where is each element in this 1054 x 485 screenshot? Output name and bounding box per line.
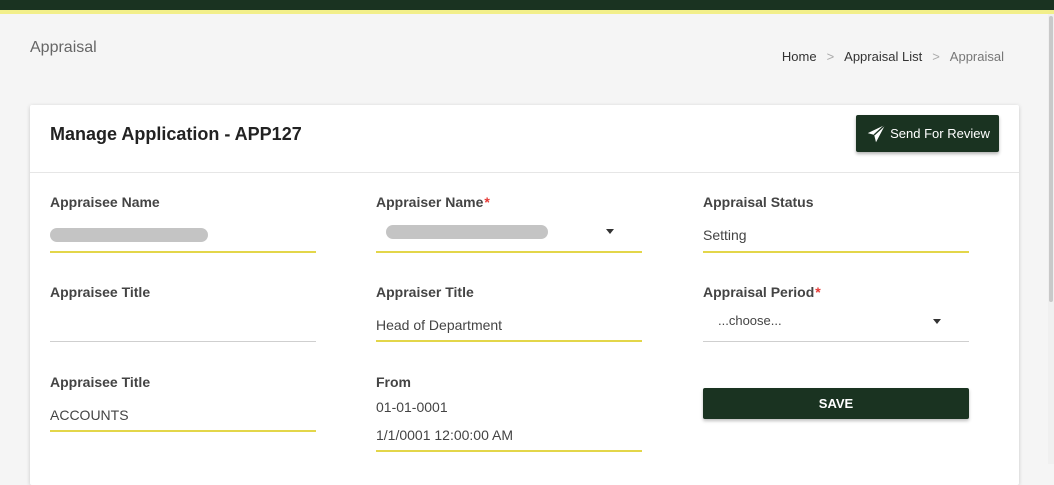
redacted-value (50, 228, 208, 242)
appraisal-period-label: Appraisal Period* (703, 284, 821, 300)
appraisee-name-field: Appraisee Name (50, 194, 316, 254)
appraisal-status-input[interactable] (703, 251, 969, 253)
appraisal-period-field[interactable]: Appraisal Period* ...choose... (703, 284, 969, 344)
breadcrumb-separator: > (826, 49, 835, 64)
appraiser-title-label: Appraiser Title (376, 284, 474, 300)
breadcrumb-appraisal-list[interactable]: Appraisal List (844, 49, 922, 64)
appraisal-status-field: Appraisal Status Setting (703, 194, 969, 254)
top-bar-accent (0, 10, 1054, 14)
from-input[interactable] (376, 450, 642, 452)
scrollbar-thumb[interactable] (1049, 16, 1053, 302)
save-button[interactable]: SAVE (703, 388, 969, 419)
breadcrumb-current: Appraisal (949, 49, 1004, 64)
card-title: Manage Application - APP127 (50, 124, 302, 144)
appraisee-name-input[interactable] (50, 251, 316, 253)
required-mark: * (815, 284, 821, 300)
appraiser-name-field[interactable]: Appraiser Name* (376, 194, 642, 254)
appraisee-title-label: Appraisee Title (50, 284, 151, 300)
page-title: Appraisal (30, 39, 97, 56)
appraiser-name-select[interactable] (376, 251, 642, 253)
required-mark: * (484, 194, 490, 210)
appraisee-title-field-2: Appraisee Title ACCOUNTS (50, 374, 316, 434)
redacted-value (386, 225, 548, 239)
card-header: Manage Application - APP127 Send For Rev… (30, 105, 1019, 173)
send-for-review-label: Send For Review (890, 126, 990, 141)
appraisal-status-label: Appraisal Status (703, 194, 814, 210)
breadcrumb: Home > Appraisal List > Appraisal (782, 49, 1004, 64)
top-bar (0, 0, 1054, 10)
breadcrumb-home[interactable]: Home (782, 49, 817, 64)
appraiser-title-field: Appraiser Title Head of Department (376, 284, 642, 344)
manage-application-card: Manage Application - APP127 Send For Rev… (30, 105, 1019, 485)
from-date-value: 01-01-0001 (376, 399, 448, 415)
appraisee-title-input[interactable] (50, 341, 316, 342)
appraisee-title-field: Appraisee Title (50, 284, 316, 344)
from-label: From (376, 374, 411, 390)
from-datetime-value: 1/1/0001 12:00:00 AM (376, 427, 513, 443)
appraisee-title-value: ACCOUNTS (50, 407, 129, 423)
appraisal-status-value: Setting (703, 227, 747, 243)
chevron-down-icon[interactable] (606, 229, 614, 234)
paper-plane-icon (867, 123, 886, 142)
appraisal-period-selected[interactable]: ...choose... (718, 313, 782, 328)
appraisal-period-select[interactable] (703, 341, 969, 342)
breadcrumb-separator: > (932, 49, 940, 64)
from-field: From 01-01-0001 1/1/0001 12:00:00 AM (376, 374, 642, 454)
send-for-review-button[interactable]: Send For Review (856, 115, 999, 152)
chevron-down-icon[interactable] (933, 319, 941, 324)
appraiser-name-label: Appraiser Name* (376, 194, 490, 210)
appraisee-title-input[interactable] (50, 430, 316, 432)
appraiser-title-value: Head of Department (376, 317, 503, 333)
appraisee-name-label: Appraisee Name (50, 194, 160, 210)
appraiser-title-input[interactable] (376, 340, 642, 342)
appraisee-title-label: Appraisee Title (50, 374, 151, 390)
